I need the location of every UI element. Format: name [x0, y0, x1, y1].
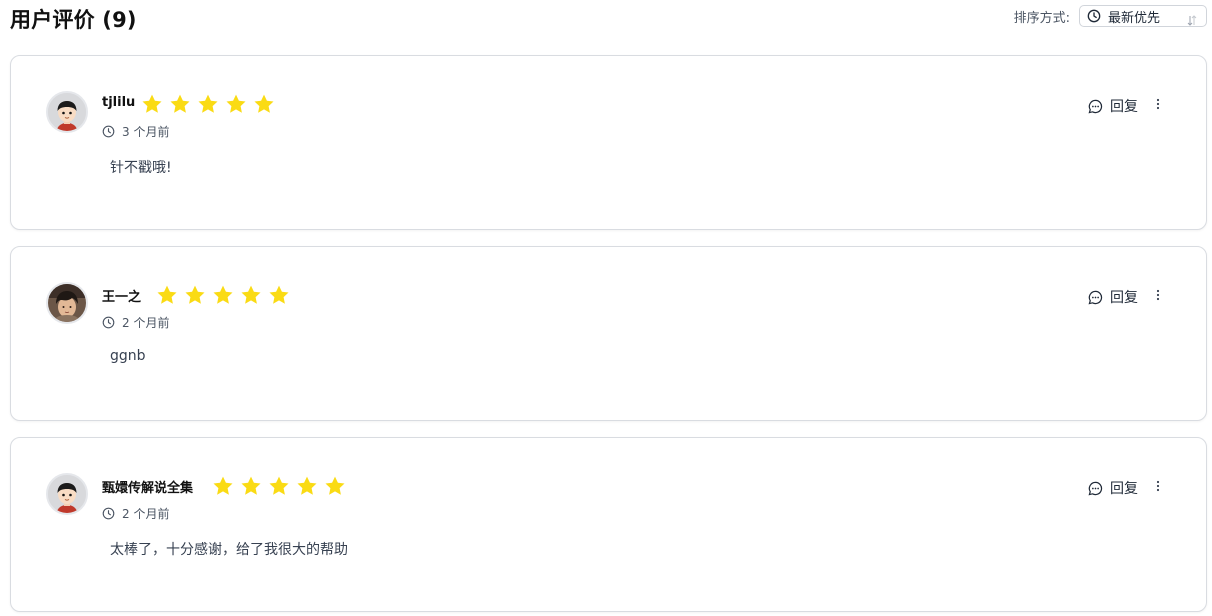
star-icon: [211, 474, 235, 498]
star-icon: [239, 283, 263, 307]
reply-label: 回复: [1110, 99, 1138, 115]
star-icon: [155, 283, 179, 307]
review-time-text: 3 个月前: [122, 125, 170, 139]
star-icon: [267, 474, 291, 498]
user-avatar[interactable]: [46, 473, 88, 515]
sort-label: 排序方式:: [1013, 10, 1070, 26]
review-content: 太棒了，十分感谢，给了我很大的帮助: [110, 542, 348, 558]
star-icon: [168, 92, 192, 116]
reply-button[interactable]: 回复: [1088, 96, 1138, 116]
review-content: 针不戳哦!: [110, 160, 172, 176]
more-options-button[interactable]: [1154, 287, 1162, 303]
more-vertical-icon: [1156, 289, 1160, 301]
review-card: 王一之 2 个月前 ggnb 回复: [10, 246, 1207, 421]
review-card: 甄嬛传解说全集 2 个月前 太棒了，十分感谢，给了我很大的帮助 回复: [10, 437, 1207, 612]
reviews-header: 用户评价 (9) 排序方式: 最新优先: [10, 0, 1207, 36]
review-content: ggnb: [110, 348, 146, 364]
star-icon: [295, 474, 319, 498]
comment-icon: [1088, 290, 1103, 305]
star-icon: [183, 283, 207, 307]
sort-select[interactable]: 最新优先: [1079, 5, 1207, 27]
star-rating: [140, 92, 276, 116]
reviewer-name: 王一之: [102, 290, 142, 305]
page-title: 用户评价 (9): [10, 8, 137, 32]
more-vertical-icon: [1156, 480, 1160, 492]
review-time-text: 2 个月前: [122, 316, 170, 330]
sort-arrows-icon: [1187, 11, 1197, 26]
clock-icon: [102, 507, 115, 520]
comment-icon: [1088, 99, 1103, 114]
review-time-text: 2 个月前: [122, 507, 170, 521]
reply-button[interactable]: 回复: [1088, 478, 1138, 498]
star-icon: [196, 92, 220, 116]
clock-icon: [102, 125, 115, 138]
more-vertical-icon: [1156, 98, 1160, 110]
more-options-button[interactable]: [1154, 96, 1162, 112]
star-icon: [323, 474, 347, 498]
user-avatar[interactable]: [46, 91, 88, 133]
more-options-button[interactable]: [1154, 478, 1162, 494]
reviewer-name: tjlilu: [102, 95, 136, 110]
review-time: 2 个月前: [102, 314, 169, 331]
reply-button[interactable]: 回复: [1088, 287, 1138, 307]
star-icon: [239, 474, 263, 498]
sort-value: 最新优先: [1108, 10, 1161, 26]
star-icon: [267, 283, 291, 307]
user-avatar[interactable]: [46, 282, 88, 324]
comment-icon: [1088, 481, 1103, 496]
star-rating: [155, 283, 291, 307]
reviewer-name: 甄嬛传解说全集: [102, 481, 194, 496]
review-time: 3 个月前: [102, 123, 169, 140]
star-icon: [224, 92, 248, 116]
clock-icon: [1087, 9, 1101, 23]
star-icon: [140, 92, 164, 116]
star-icon: [211, 283, 235, 307]
star-rating: [211, 474, 347, 498]
reply-label: 回复: [1110, 290, 1138, 306]
reply-label: 回复: [1110, 481, 1138, 497]
review-time: 2 个月前: [102, 505, 169, 522]
sort-control: 排序方式: 最新优先: [1014, 5, 1207, 27]
clock-icon: [102, 316, 115, 329]
star-icon: [252, 92, 276, 116]
review-card: tjlilu 3 个月前 针不戳哦! 回复: [10, 55, 1207, 230]
